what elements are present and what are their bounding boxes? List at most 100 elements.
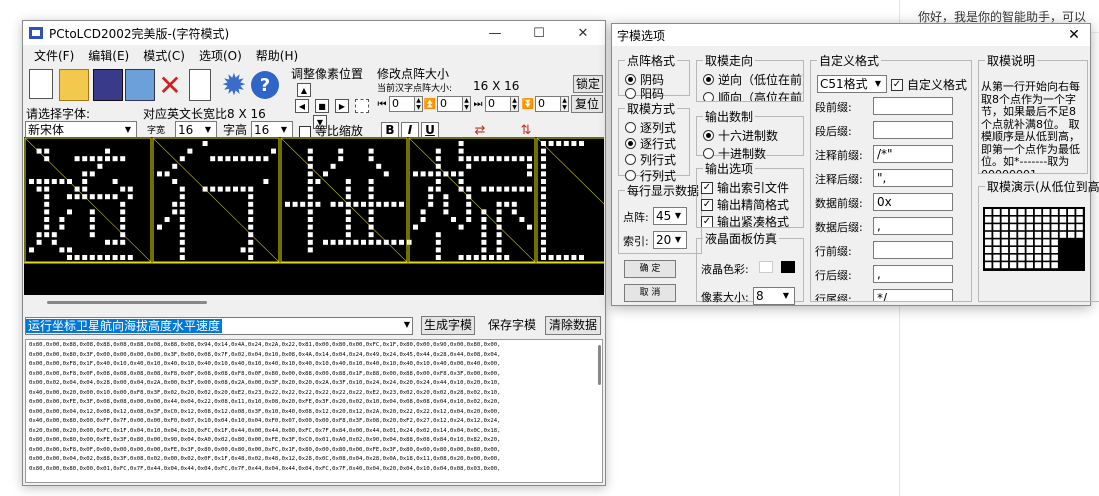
menu-edit[interactable]: 编辑(E): [81, 47, 136, 64]
lcd-pixel: [307, 201, 313, 207]
lcd-pixel: [74, 194, 80, 200]
field-input[interactable]: */: [873, 289, 953, 301]
demo-pixel: [1018, 224, 1025, 231]
generate-button[interactable]: 生成字模: [421, 316, 475, 335]
lcd-pixel: [67, 209, 72, 215]
field-input[interactable]: /*": [873, 145, 953, 163]
lcd-pixel: [541, 232, 546, 238]
lcd-fg-color-swatch[interactable]: [781, 261, 795, 273]
move-right-icon[interactable]: ▶: [335, 99, 349, 113]
delete-icon[interactable]: ✕: [155, 69, 185, 102]
chevron-down-icon: ▼: [204, 125, 212, 134]
lcd-pixel: [179, 186, 185, 192]
lcd-pixel: [307, 232, 313, 238]
cancel-button[interactable]: 取 消: [624, 284, 676, 302]
new-file-icon[interactable]: [29, 69, 53, 99]
radio-reverse[interactable]: 逆向（低位在前）: [703, 71, 803, 88]
underline-button[interactable]: U: [421, 122, 439, 138]
lcd-pixel: [315, 179, 321, 184]
lcd-bg-color-swatch[interactable]: [759, 261, 773, 273]
document-icon[interactable]: [189, 69, 211, 101]
lcd-pixel: [481, 247, 487, 253]
restore-button[interactable]: 复位: [571, 95, 603, 113]
demo-pixel: [1059, 216, 1067, 223]
pixel-size-select[interactable]: 8 ▼: [753, 287, 795, 305]
title-bar[interactable]: PCtoLCD2002完美版-(字符模式) — ☐ ✕: [23, 21, 605, 45]
custom-format-checkbox[interactable]: ✓ 自定义格式: [891, 76, 967, 93]
lcd-pixel: [112, 179, 118, 184]
field-input[interactable]: [873, 241, 953, 259]
output-code-area[interactable]: 0x80,0x00,0x88,0x08,0x88,0x08,0x88,0x08,…: [25, 339, 603, 483]
format-select[interactable]: C51格式 ▼: [817, 75, 887, 93]
lock-button[interactable]: 锁定: [573, 75, 603, 93]
minimize-button[interactable]: —: [473, 21, 517, 45]
menu-mode[interactable]: 模式(C): [136, 47, 192, 64]
lcd-pixel: [105, 194, 110, 200]
demo-pixel: [1026, 247, 1033, 253]
gear-icon[interactable]: ✹: [219, 68, 249, 103]
horizontal-scrollbar[interactable]: [47, 301, 207, 304]
lcd-pixel: [59, 224, 65, 230]
dots-per-line-select[interactable]: 45 ▼: [653, 207, 687, 225]
lcd-preview[interactable]: [24, 137, 604, 295]
print-icon[interactable]: [125, 69, 155, 101]
field-input[interactable]: [873, 121, 953, 139]
output-compact-checkbox[interactable]: ✓ 输出紧凑格式: [701, 213, 789, 227]
field-input[interactable]: 0x: [873, 193, 953, 211]
maximize-button[interactable]: ☐: [517, 21, 561, 45]
radio-forward[interactable]: 顺向（高位在前）: [703, 89, 803, 101]
field-input[interactable]: ",: [873, 169, 953, 187]
help-icon[interactable]: ?: [251, 71, 279, 99]
lcd-pixel: [368, 232, 374, 238]
lcd-pixel: [345, 201, 351, 207]
lcd-pixel: [481, 224, 487, 230]
shrink-left-icon[interactable]: ⏮: [375, 97, 389, 111]
shrink-up-icon[interactable]: ⏫: [423, 97, 437, 111]
italic-button[interactable]: I: [401, 122, 419, 138]
clear-button[interactable]: 清除数据: [545, 316, 601, 335]
vertical-scrollbar[interactable]: [598, 345, 601, 385]
grow-down-icon[interactable]: ⏬: [521, 97, 535, 111]
pixel-move-pad: ▲: [297, 83, 311, 97]
input-string-select[interactable]: 运行坐标卫星航向海拔高度水平速度 ▼: [25, 317, 413, 335]
menu-file[interactable]: 文件(F): [27, 47, 81, 64]
lcd-pixel: [44, 194, 50, 200]
radio-row[interactable]: 逐行式: [625, 135, 676, 152]
move-reset-icon[interactable]: [355, 99, 369, 113]
bold-button[interactable]: B: [381, 122, 399, 138]
lcd-pixel: [504, 201, 510, 207]
move-center-icon[interactable]: ■: [315, 99, 329, 113]
demo-pixel: [1034, 239, 1042, 246]
lcd-pixel: [248, 239, 254, 245]
lcd-pixel: [435, 255, 441, 260]
menu-options[interactable]: 选项(O): [192, 47, 249, 64]
save-disk-icon[interactable]: [93, 69, 123, 101]
lcd-pixel: [435, 239, 441, 245]
field-input[interactable]: ,: [873, 265, 953, 283]
output-index-checkbox[interactable]: ✓ 输出索引文件: [701, 179, 789, 196]
lcd-pixel: [217, 156, 223, 162]
output-simple-checkbox[interactable]: ✓ 输出精简格式: [701, 196, 789, 213]
close-button[interactable]: ✕: [561, 21, 605, 45]
dialog-close-button[interactable]: ✕: [1058, 27, 1090, 43]
lcd-pixel: [496, 201, 502, 207]
open-folder-icon[interactable]: [59, 69, 89, 101]
radio-column-row[interactable]: 列行式: [625, 151, 676, 168]
lcd-pixel: [361, 201, 366, 207]
lcd-pixel: [435, 232, 441, 238]
save-font-button[interactable]: 保存字模: [485, 316, 539, 335]
dialog-title-bar[interactable]: 字模选项 ✕: [612, 24, 1090, 46]
menu-help[interactable]: 帮助(H): [249, 47, 305, 64]
grow-right-icon[interactable]: ⏭: [471, 97, 485, 111]
radio-hex[interactable]: 十六进制数: [703, 127, 778, 144]
field-input[interactable]: [873, 97, 953, 115]
radio-column[interactable]: 逐列式: [625, 119, 676, 136]
field-input[interactable]: ,: [873, 217, 953, 235]
demo-pixel: [1043, 231, 1050, 238]
lcd-pixel: [210, 156, 216, 162]
ok-button[interactable]: 确 定: [624, 260, 676, 278]
lcd-pixel: [435, 247, 441, 253]
index-per-line-select[interactable]: 20 ▼: [653, 231, 687, 249]
move-up-icon[interactable]: ▲: [297, 83, 311, 97]
move-left-icon[interactable]: ◀: [295, 99, 309, 113]
